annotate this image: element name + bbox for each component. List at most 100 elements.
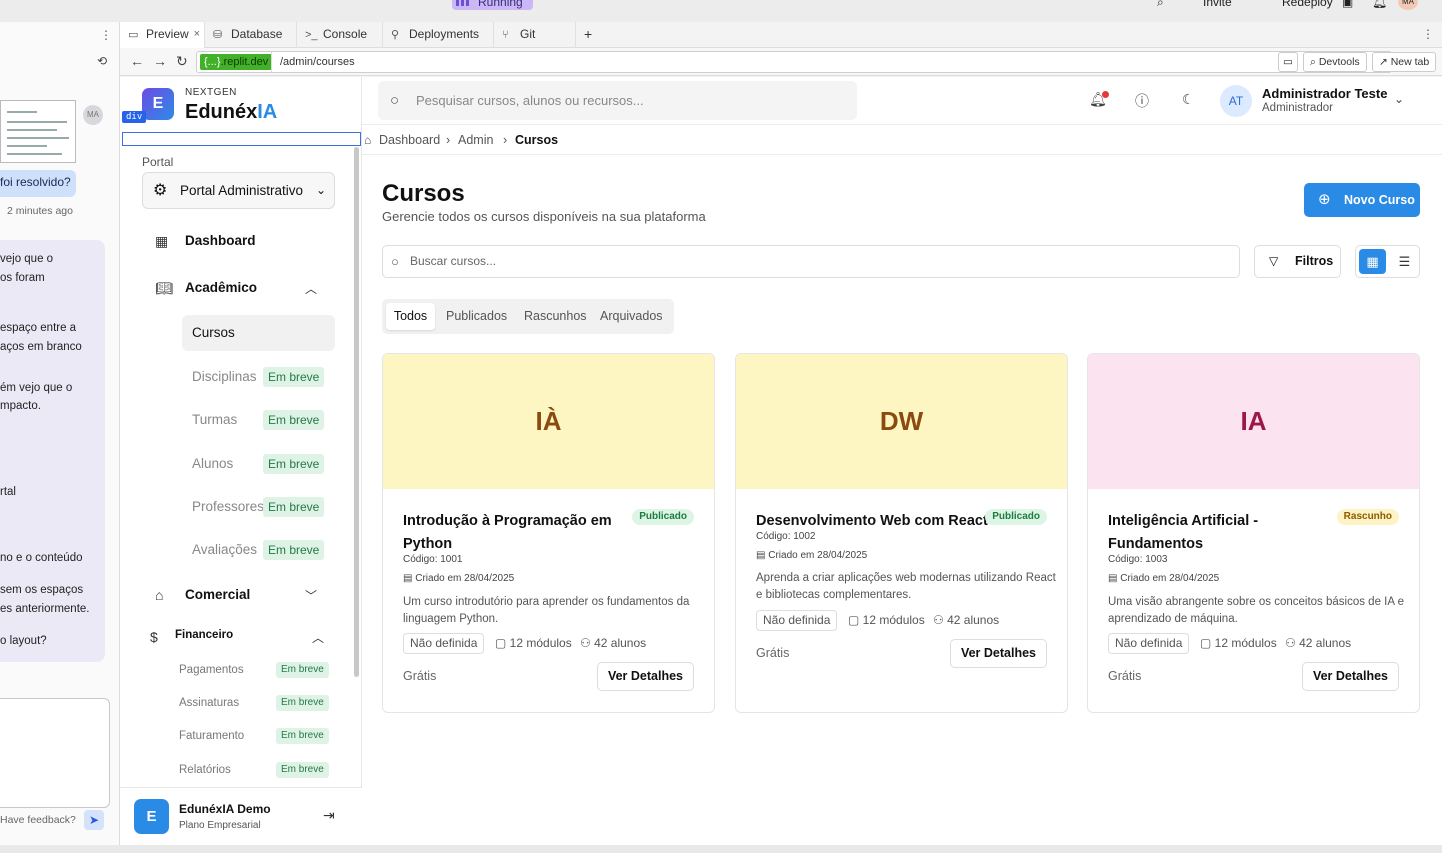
chat-line: vejo que o (0, 253, 54, 265)
run-dots-icon (456, 0, 470, 6)
course-search-input[interactable]: ○ Buscar cursos... (382, 245, 1240, 278)
page-title: Cursos (382, 180, 465, 207)
forward-icon[interactable]: → (153, 53, 167, 69)
sidebar-item-alunos[interactable]: Alunos (192, 456, 233, 471)
portal-select[interactable]: ⚙ Portal Administrativo ⌄ (142, 172, 335, 209)
new-tab-button[interactable]: ↗ New tab (1372, 52, 1437, 72)
chat-line: mpacto. (0, 400, 41, 412)
view-details-button[interactable]: Ver Detalhes (1301, 662, 1399, 691)
user-avatar[interactable]: MA (1398, 0, 1418, 10)
breadcrumb-admin[interactable]: Admin (458, 126, 493, 154)
coming-soon-badge: Em breve (276, 728, 329, 744)
home-icon: ⌂ (364, 133, 372, 147)
users-icon: ⚇ (1285, 636, 1300, 650)
more-icon[interactable]: ⋮ (1422, 27, 1434, 41)
user-message: foi resolvido? (0, 170, 76, 197)
workspace-tabs: ▭ Preview × ⛁ Database >_ Console ⚲ Deploymen… (120, 22, 1442, 48)
sidebar-item-cursos[interactable]: Cursos (182, 315, 335, 351)
sidebar-scrollbar[interactable] (354, 147, 359, 677)
close-icon[interactable]: × (194, 22, 200, 47)
students-count: ⚇ 42 alunos (933, 613, 1000, 627)
tab-git[interactable]: ⑂ Git (494, 22, 576, 48)
tab-console[interactable]: >_ Console (297, 22, 383, 48)
coming-soon-badge: Em breve (263, 410, 325, 430)
sidebar-item-assinaturas[interactable]: Assinaturas (179, 697, 239, 709)
new-course-button[interactable]: ⊕ Novo Curso (1304, 183, 1420, 217)
status-badge: Rascunho (1336, 509, 1399, 525)
filters-button[interactable]: ▽ Filtros (1254, 245, 1341, 278)
panel-icon[interactable]: ▣ (1342, 0, 1353, 10)
course-code: Código: 1001 (403, 554, 463, 565)
chat-line: espaço entre a (0, 322, 77, 334)
tab-preview[interactable]: ▭ Preview × (120, 22, 205, 48)
coming-soon-badge: Em breve (276, 695, 329, 711)
logout-icon[interactable]: ⇥ (323, 807, 335, 824)
notification-icon[interactable]: 🔔︎ (1372, 0, 1387, 10)
search-icon: ○ (391, 254, 399, 269)
course-banner: DW (736, 354, 1067, 489)
breadcrumb-dashboard[interactable]: Dashboard (379, 126, 440, 154)
help-icon[interactable]: ⓘ (1135, 91, 1149, 111)
top-header: ○ Pesquisar cursos, alunos ou recursos...… (362, 77, 1442, 125)
history-icon[interactable]: ⟲ (97, 54, 107, 68)
reload-icon[interactable]: ↻ (176, 53, 188, 70)
list-view-icon[interactable]: ☰ (1392, 249, 1417, 274)
monitor-icon: ▭ (128, 29, 139, 41)
tab-todos[interactable]: Todos (386, 303, 435, 330)
sidebar-item-disciplinas[interactable]: Disciplinas (192, 369, 257, 384)
agent-chat-panel: ⋮ ⟲ MA foi resolvido? 2 minutes ago vejo… (0, 22, 120, 850)
screenshot-thumbnail[interactable] (0, 100, 76, 163)
user-name: Administrador Teste (1262, 86, 1388, 101)
modules-count: ▢ 12 módulos (848, 613, 925, 627)
search-icon[interactable]: ⌕ (1157, 0, 1164, 10)
back-icon[interactable]: ← (130, 53, 144, 69)
brand-name: EdunéxIA (185, 101, 278, 123)
plus-circle-icon: ⊕ (1318, 191, 1331, 208)
view-details-button[interactable]: Ver Detalhes (596, 662, 694, 691)
sidebar-item-faturamento[interactable]: Faturamento (179, 730, 244, 742)
moon-icon[interactable]: ☾ (1182, 91, 1195, 108)
sidebar-item-pagamentos[interactable]: Pagamentos (179, 664, 244, 676)
message-time: 2 minutes ago (7, 205, 73, 217)
feedback-link[interactable]: Have feedback? (0, 814, 76, 826)
sidebar-item-avaliacoes[interactable]: Avaliações (192, 542, 257, 557)
inspector-selection (122, 132, 361, 146)
user-avatar[interactable]: AT (1220, 85, 1252, 117)
tab-database[interactable]: ⛁ Database (205, 22, 297, 48)
students-count: ⚇ 42 alunos (1285, 636, 1352, 650)
level-chip: Não definida (756, 610, 838, 631)
bottom-edge (0, 845, 1442, 853)
chat-line: aços em branco (0, 341, 82, 353)
app-preview: E NEXTGEN EdunéxIA div Portal ⚙ Portal A… (120, 77, 1442, 845)
global-search-input[interactable]: ○ Pesquisar cursos, alunos ou recursos... (378, 81, 857, 120)
run-status-badge[interactable]: Running (452, 0, 533, 10)
filter-icon: ▽ (1269, 254, 1279, 268)
grid-view-icon[interactable]: ▦ (1359, 249, 1386, 274)
redeploy-button[interactable]: Redeploy (1262, 0, 1333, 10)
invite-button[interactable]: Invite (1185, 0, 1232, 10)
devtools-button[interactable]: ⌕ Devtools (1303, 52, 1367, 72)
tab-publicados[interactable]: Publicados (446, 303, 507, 330)
course-banner: IÀ (383, 354, 714, 489)
url-field[interactable]: {...}.replit.dev /admin/courses → (196, 51, 1392, 73)
add-tab-button[interactable]: + (576, 22, 606, 48)
sidebar-item-relatorios[interactable]: Relatórios (179, 764, 231, 776)
chat-line: no e o conteúdo (0, 552, 83, 564)
view-details-button[interactable]: Ver Detalhes (949, 639, 1047, 668)
sidebar-item-turmas[interactable]: Turmas (192, 412, 237, 427)
send-button[interactable]: ➤ (84, 810, 104, 830)
course-created: ▤ Criado em 28/04/2025 (1108, 573, 1220, 584)
device-icon[interactable]: ▭ (1278, 52, 1298, 72)
book-icon: ▢ (495, 636, 510, 650)
git-icon: ⑂ (502, 29, 509, 41)
breadcrumb-separator: › (503, 133, 508, 147)
sidebar-item-professores[interactable]: Professores (192, 499, 264, 514)
tab-deployments[interactable]: ⚲ Deployments (383, 22, 494, 48)
url-host: {...}.replit.dev (200, 54, 273, 70)
more-icon[interactable]: ⋮ (100, 28, 112, 42)
sidebar-footer: E EdunéxIA Demo Plano Empresarial ⇥ (120, 787, 362, 845)
tab-rascunhos[interactable]: Rascunhos (524, 303, 587, 330)
chevron-down-icon[interactable]: ⌄ (1394, 92, 1404, 106)
chat-input[interactable] (0, 698, 110, 808)
tab-arquivados[interactable]: Arquivados (600, 303, 663, 330)
